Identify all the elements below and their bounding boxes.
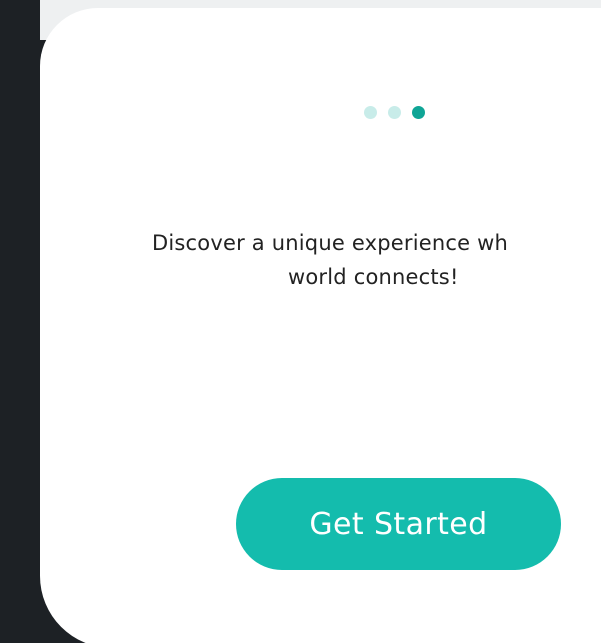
- page-dot-2[interactable]: [388, 106, 401, 119]
- page-dot-1[interactable]: [364, 106, 377, 119]
- message-line-1: Discover a unique experience wh: [152, 231, 508, 255]
- get-started-button[interactable]: Get Started: [236, 478, 561, 570]
- message-line-2: world connects!: [288, 265, 459, 289]
- page-dot-3-active[interactable]: [412, 106, 425, 119]
- screen: Discover a unique experience wh world co…: [0, 0, 601, 643]
- page-indicator: [364, 106, 425, 119]
- onboarding-message: Discover a unique experience wh world co…: [152, 226, 601, 294]
- phone-frame: Discover a unique experience wh world co…: [0, 0, 601, 643]
